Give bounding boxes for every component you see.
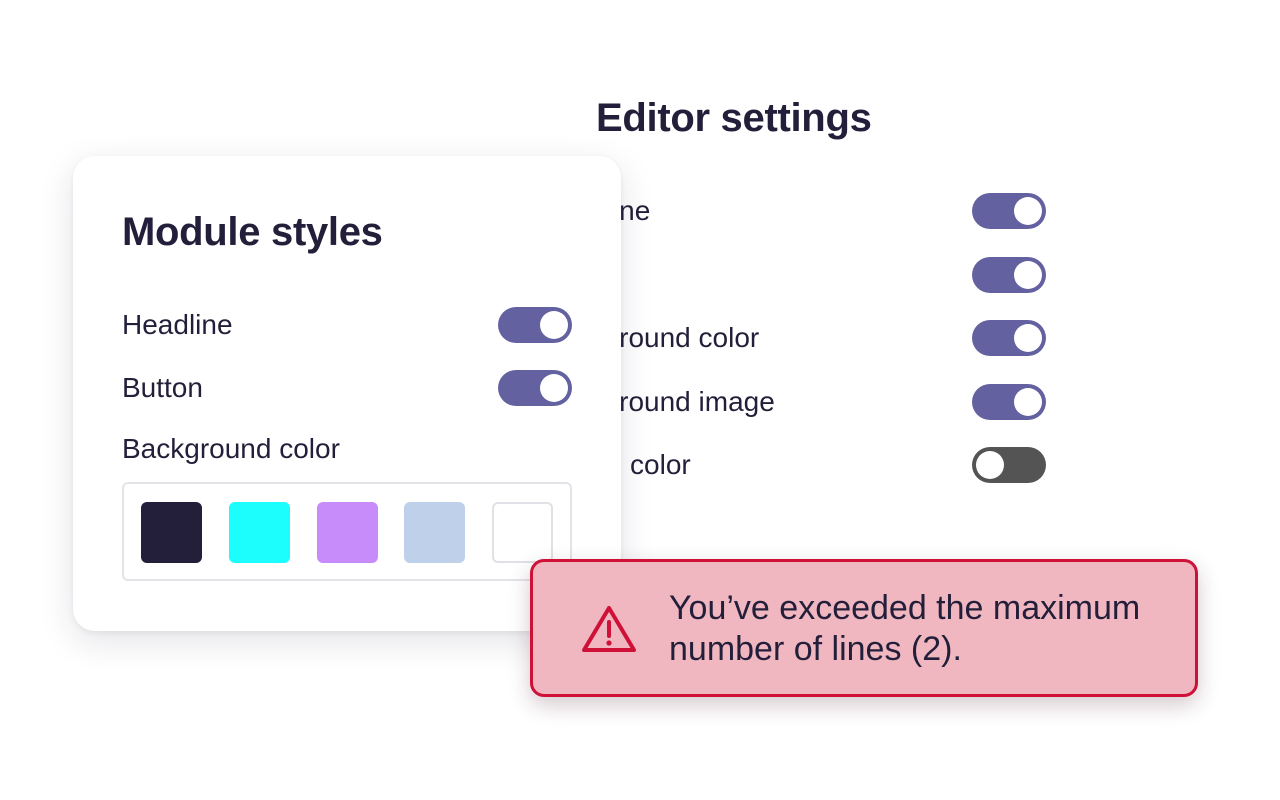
color-swatch-white[interactable] — [492, 502, 553, 563]
color-swatch-picker — [122, 482, 572, 581]
editor-setting-row-background-image: ackground image — [560, 382, 1046, 422]
color-swatch-purple[interactable] — [317, 502, 378, 563]
module-button-toggle[interactable] — [498, 370, 572, 406]
module-button-label: Button — [122, 372, 203, 403]
editor-settings-title: Editor settings — [596, 96, 872, 140]
error-toast: You’ve exceeded the maximum number of li… — [530, 559, 1198, 697]
color-swatch-dark[interactable] — [141, 502, 202, 563]
editor-setting-row-headline: eadline — [560, 191, 1046, 231]
editor-button-toggle[interactable] — [972, 257, 1046, 293]
module-setting-row-button: Button — [122, 368, 572, 408]
toggle-knob — [540, 374, 568, 402]
toggle-knob — [540, 311, 568, 339]
module-styles-title: Module styles — [122, 210, 383, 254]
editor-background-image-toggle[interactable] — [972, 384, 1046, 420]
editor-button-color-toggle[interactable] — [972, 447, 1046, 483]
toggle-knob — [1014, 261, 1042, 289]
toggle-knob — [1014, 324, 1042, 352]
module-setting-row-headline: Headline — [122, 305, 572, 345]
editor-background-color-toggle[interactable] — [972, 320, 1046, 356]
toggle-knob — [976, 451, 1004, 479]
module-background-color-label: Background color — [122, 433, 340, 464]
error-message: You’ve exceeded the maximum number of li… — [669, 589, 1141, 668]
color-swatch-light-blue[interactable] — [404, 502, 465, 563]
warning-icon — [582, 606, 636, 652]
editor-setting-row-background-color: ackground color — [560, 318, 1046, 358]
module-headline-label: Headline — [122, 309, 233, 340]
editor-setting-row-button-color: utton color — [560, 445, 1046, 485]
toggle-knob — [1014, 388, 1042, 416]
color-swatch-cyan[interactable] — [229, 502, 290, 563]
editor-setting-row-button: utton — [560, 255, 1046, 295]
toggle-knob — [1014, 197, 1042, 225]
module-headline-toggle[interactable] — [498, 307, 572, 343]
editor-headline-toggle[interactable] — [972, 193, 1046, 229]
